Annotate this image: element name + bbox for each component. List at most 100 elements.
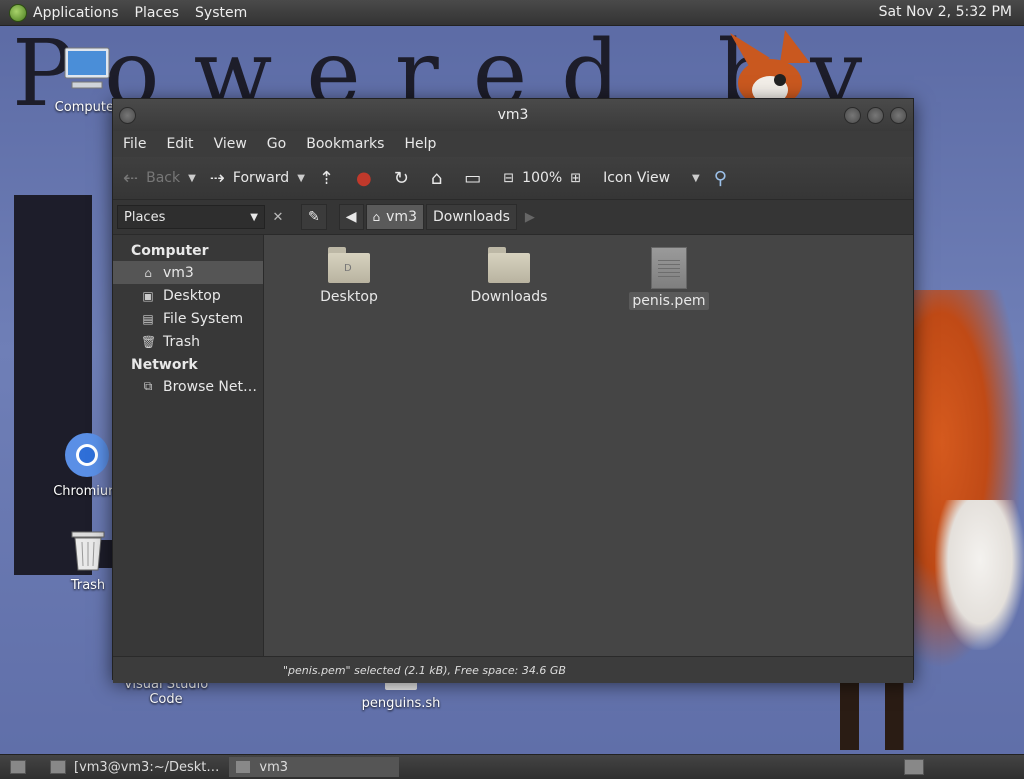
home-folder-icon [235,760,252,774]
network-icon: ⧉ [143,379,153,393]
zoom-in-icon[interactable]: ⊞ [570,171,581,186]
forward-button[interactable]: ⇢ Forward ▼ [210,168,305,189]
zoom-control[interactable]: ⊟ 100% ⊞ [503,170,589,186]
breadcrumb-right-arrow[interactable]: ▶ [525,210,535,225]
file-item-downloads[interactable]: Downloads [454,247,564,305]
view-mode-select[interactable]: Icon View ▼ [603,170,700,186]
sidebar-item-file-system[interactable]: ▤ File System [113,307,263,330]
chevron-down-icon[interactable]: ▼ [297,173,305,184]
show-desktop-button[interactable] [4,757,40,777]
view-mode-label: Icon View [603,170,671,186]
home-folder-icon: ⌂ [430,167,443,189]
menu-bookmarks[interactable]: Bookmarks [306,136,384,152]
sidebar-item-desktop[interactable]: ▣ Desktop [113,284,263,307]
sidebar-item-browse-network[interactable]: ⧉ Browse Net… [113,375,263,398]
fox-legs-image [840,680,915,750]
places-sidebar: Computer ⌂ vm3 ▣ Desktop ▤ File System 🗑… [113,235,264,656]
mate-logo-icon[interactable] [9,3,27,22]
desktop-folder-icon: ▣ [142,288,154,303]
menu-applications[interactable]: Applications [33,5,119,21]
file-name: penis.pem [629,292,709,310]
chevron-down-icon[interactable]: ▼ [188,173,196,184]
back-label: Back [146,170,181,186]
menu-go[interactable]: Go [267,136,286,152]
sidebar-item-trash[interactable]: 🗑 Trash [113,330,263,353]
search-button[interactable]: ⚲ [714,168,735,189]
breadcrumb-vm3[interactable]: ⌂ vm3 [365,204,424,230]
menu-file[interactable]: File [123,136,146,152]
menu-help[interactable]: Help [404,136,436,152]
sidebar-item-vm3[interactable]: ⌂ vm3 [113,261,263,284]
file-name: Downloads [470,289,548,305]
breadcrumb: ✎ ◀ ⌂ vm3 Downloads ▶ [301,204,535,230]
toolbar: ⇠ Back ▼ ⇢ Forward ▼ ⇡ ● ↻ ⌂ ▭ ⊟ 100% ⊞ … [113,157,913,200]
sidebar-header-network: Network [131,357,198,373]
computer-icon [64,47,110,89]
location-bar: Places ▼ ✕ ✎ ◀ ⌂ vm3 Downloads ▶ [113,200,913,235]
maximize-button[interactable] [867,107,884,124]
taskbar-item-label: [vm3@vm3:~/Deskt… [74,759,220,775]
taskbar-item-terminal[interactable]: [vm3@vm3:~/Deskt… [44,757,225,777]
home-button[interactable]: ⌂ [431,168,450,189]
file-item-penis-pem[interactable]: penis.pem [614,247,724,310]
menu-system[interactable]: System [195,5,247,21]
file-name: Desktop [320,289,378,305]
menu-edit[interactable]: Edit [166,136,193,152]
file-item-desktop[interactable]: D Desktop [294,247,404,305]
places-label: Places [124,209,166,225]
stop-button[interactable]: ● [356,168,380,189]
up-button[interactable]: ⇡ [319,168,342,189]
close-sidebar-icon[interactable]: ✕ [267,210,289,225]
window-title: vm3 [497,107,529,123]
menu-view[interactable]: View [214,136,247,152]
pencil-icon: ✎ [308,209,320,225]
forward-arrow-icon: ⇢ [209,167,225,189]
edit-location-button[interactable]: ✎ [301,204,327,230]
places-selector[interactable]: Places ▼ [117,205,265,229]
zoom-out-icon[interactable]: ⊟ [503,171,514,186]
folder-icon: D [328,247,370,283]
chromium-icon [65,433,109,477]
breadcrumb-label: vm3 [386,209,417,225]
breadcrumb-label: Downloads [432,209,510,225]
desktop-icon [10,760,26,774]
forward-label: Forward [232,170,290,186]
window-body: Computer ⌂ vm3 ▣ Desktop ▤ File System 🗑… [113,235,913,656]
home-folder-icon: ⌂ [144,265,152,280]
bottom-panel: [vm3@vm3:~/Deskt… vm3 [0,754,1024,779]
file-manager-window: vm3 File Edit View Go Bookmarks Help ⇠ B… [112,98,914,683]
desktop-icon-label: penguins.sh [361,696,441,711]
reload-icon: ↻ [393,167,409,189]
fox-head-image [730,30,810,107]
window-titlebar[interactable]: vm3 [113,99,913,131]
window-menu-button[interactable] [119,107,136,124]
back-button[interactable]: ⇠ Back ▼ [123,168,196,189]
sidebar-item-label: File System [163,310,244,327]
close-button[interactable] [890,107,907,124]
breadcrumb-downloads[interactable]: Downloads [425,204,517,230]
folder-icon [488,247,530,283]
reload-button[interactable]: ↻ [394,168,417,189]
chevron-down-icon: ▼ [692,172,700,184]
wallpaper-letter [14,195,92,575]
minimize-button[interactable] [844,107,861,124]
clock[interactable]: Sat Nov 2, 5:32 PM [879,4,1012,20]
status-bar: "penis.pem" selected (2.1 kB), Free spac… [113,656,913,683]
search-icon: ⚲ [713,167,727,189]
sidebar-item-label: Desktop [163,287,221,304]
breadcrumb-left-arrow[interactable]: ◀ [338,204,364,230]
sidebar-item-label: vm3 [163,264,194,281]
sidebar-item-label: Trash [163,333,200,350]
computer-button[interactable]: ▭ [464,168,489,189]
sidebar-header-computer: Computer [131,243,209,259]
menu-places[interactable]: Places [135,5,180,21]
zoom-level: 100% [522,170,563,186]
file-view[interactable]: D Desktop Downloads penis.pem [264,235,913,656]
terminal-icon [50,760,66,774]
workspace-switcher-icon[interactable] [904,759,924,775]
trash-icon: 🗑 [141,334,157,349]
text-file-icon [651,247,687,289]
up-arrow-icon: ⇡ [318,167,334,189]
trash-icon [71,531,105,571]
taskbar-item-vm3[interactable]: vm3 [229,757,400,777]
